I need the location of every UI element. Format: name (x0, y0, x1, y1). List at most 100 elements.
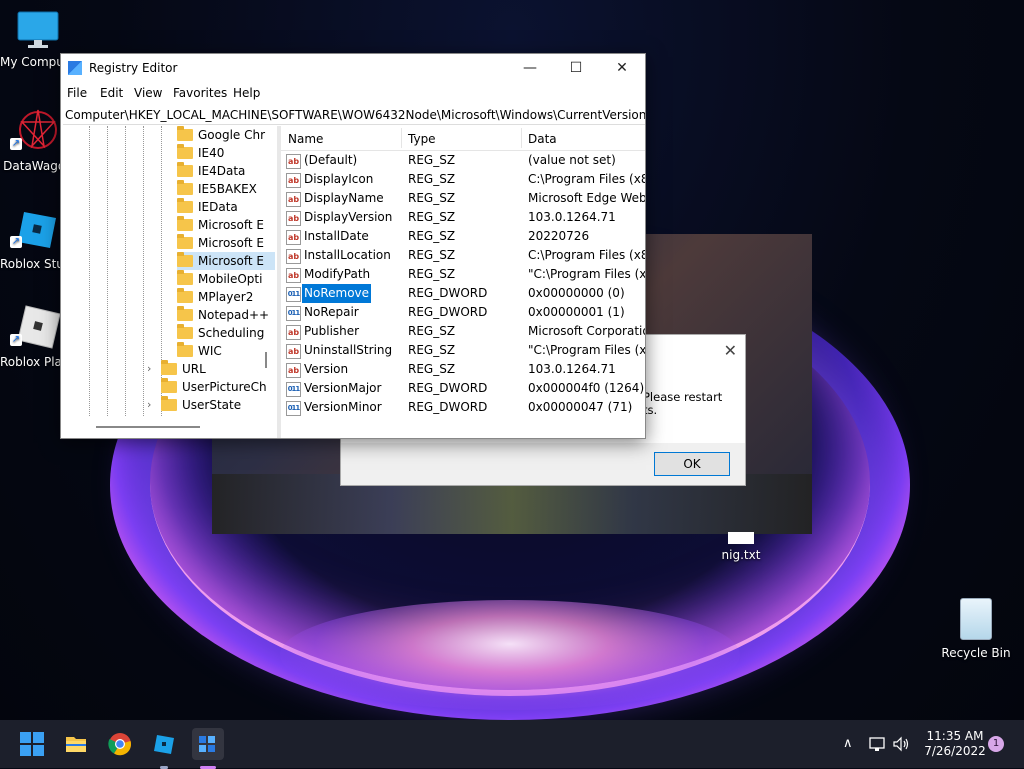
notification-badge[interactable]: 1 (988, 736, 1004, 752)
column-header-name[interactable]: Name (288, 132, 323, 146)
tree-item-label: UserState (182, 398, 242, 412)
tree-item[interactable]: UserPictureCh (161, 378, 267, 396)
key-tree-pane[interactable]: Google Chr IE40 IE4Data IE5BAKEX IEData … (63, 126, 275, 416)
dialog-ok-button[interactable]: OK (654, 452, 730, 476)
tree-item-selected[interactable]: Microsoft E (177, 252, 275, 270)
network-icon[interactable] (868, 736, 886, 752)
tree-item-label: MobileOpti (198, 272, 263, 286)
value-row[interactable]: ab DisplayName REG_SZ Microsoft Edge WebV (281, 189, 645, 208)
tree-item[interactable]: WIC (177, 342, 222, 360)
desktop-file-nig-txt[interactable]: nig.txt (715, 532, 767, 562)
menu-help[interactable]: Help (233, 86, 260, 100)
tree-horizontal-scrollbar[interactable] (96, 426, 200, 428)
tree-item[interactable]: Microsoft E (177, 216, 264, 234)
column-header-type[interactable]: Type (408, 132, 436, 146)
system-clock[interactable]: 11:35 AM 7/26/2022 (915, 729, 995, 759)
string-value-icon: ab (286, 192, 301, 207)
tree-item-label: MPlayer2 (198, 290, 254, 304)
value-row[interactable]: ab DisplayIcon REG_SZ C:\Program Files (x86 (281, 170, 645, 189)
value-type: REG_SZ (408, 267, 456, 281)
shortcut-arrow-icon: ↗ (10, 334, 22, 346)
tree-item-label: Microsoft E (198, 236, 265, 250)
taskbar-roblox-studio[interactable] (148, 728, 180, 769)
tree-item-label: IE5BAKEX (198, 182, 257, 196)
value-row[interactable]: 011 NoRepair REG_DWORD 0x00000001 (1) (281, 303, 645, 322)
string-value-icon: ab (286, 230, 301, 245)
tree-item[interactable]: › UserState (147, 396, 242, 414)
window-title: Registry Editor (89, 61, 178, 75)
value-row[interactable]: ab ModifyPath REG_SZ "C:\Program Files (x8 (281, 265, 645, 284)
dialog-message-line: ts. (643, 403, 658, 417)
folder-icon (177, 288, 193, 303)
value-name: NoRepair (304, 305, 359, 319)
value-name: VersionMajor (304, 381, 382, 395)
value-data: 103.0.1264.71 (528, 362, 616, 376)
address-bar[interactable]: Computer\HKEY_LOCAL_MACHINE\SOFTWARE\WOW… (63, 106, 645, 125)
roblox-studio-icon (154, 735, 174, 754)
chevron-right-icon[interactable]: › (147, 396, 151, 414)
show-hidden-icons-chevron-icon[interactable]: ∧ (843, 736, 853, 751)
taskbar-chrome[interactable] (104, 728, 136, 760)
tree-item[interactable]: IE5BAKEX (177, 180, 257, 198)
value-row[interactable]: ab UninstallString REG_SZ "C:\Program Files… (281, 341, 645, 360)
value-row[interactable]: 011 VersionMajor REG_DWORD 0x000004f0 (1264… (281, 379, 645, 398)
value-row[interactable]: ab Version REG_SZ 103.0.1264.71 (281, 360, 645, 379)
value-data: C:\Program Files (x86 (528, 172, 645, 186)
value-row[interactable]: ab DisplayVersion REG_SZ 103.0.1264.71 (281, 208, 645, 227)
folder-icon (177, 198, 193, 213)
dword-value-icon: 011 (286, 306, 301, 321)
minimize-button[interactable]: — (507, 54, 553, 82)
value-name: DisplayVersion (304, 210, 393, 224)
taskbar-registry-editor[interactable] (192, 728, 224, 769)
column-separator[interactable] (521, 128, 522, 148)
dialog-message-line: Please restart (643, 390, 723, 404)
start-button[interactable] (16, 728, 48, 760)
value-row[interactable]: ab InstallDate REG_SZ 20220726 (281, 227, 645, 246)
value-row[interactable]: 011 VersionMinor REG_DWORD 0x00000047 (71) (281, 398, 645, 417)
column-header-data[interactable]: Data (528, 132, 557, 146)
tree-item[interactable]: Microsoft E (177, 234, 264, 252)
menu-favorites[interactable]: Favorites (173, 86, 227, 100)
menu-edit[interactable]: Edit (100, 86, 123, 100)
dialog-close-icon[interactable]: ✕ (724, 341, 737, 360)
tree-item[interactable]: Notepad++ (177, 306, 269, 324)
title-bar[interactable]: Registry Editor — ☐ ✕ (61, 54, 645, 82)
tree-item[interactable]: IEData (177, 198, 238, 216)
menu-file[interactable]: File (67, 86, 87, 100)
tree-vertical-scrollbar[interactable] (265, 352, 267, 368)
values-list-pane[interactable]: Name Type Data ab (Default) REG_SZ (value n… (281, 126, 645, 438)
tree-guide-line (125, 126, 126, 416)
value-data: 103.0.1264.71 (528, 210, 616, 224)
folder-icon (161, 378, 177, 393)
tree-item[interactable]: IE4Data (177, 162, 245, 180)
value-row-selected[interactable]: 011 NoRemove REG_DWORD 0x00000000 (0) (281, 283, 645, 304)
value-data: (value not set) (528, 153, 616, 167)
tree-item-label: Microsoft E (198, 254, 265, 268)
tree-guide-line (143, 126, 144, 416)
value-row[interactable]: ab Publisher REG_SZ Microsoft Corporation (281, 322, 645, 341)
tree-item[interactable]: IE40 (177, 144, 224, 162)
value-row[interactable]: ab (Default) REG_SZ (value not set) (281, 151, 645, 170)
folder-icon (177, 144, 193, 159)
taskbar-file-explorer[interactable] (60, 728, 92, 760)
maximize-button[interactable]: ☐ (553, 54, 599, 82)
tree-item[interactable]: Google Chr (177, 126, 265, 144)
close-button[interactable]: ✕ (599, 54, 645, 82)
registry-editor-window: Registry Editor — ☐ ✕ File Edit View Fav… (60, 53, 646, 439)
menu-view[interactable]: View (134, 86, 162, 100)
value-data: 0x000004f0 (1264) (528, 381, 645, 395)
tree-item[interactable]: MobileOpti (177, 270, 262, 288)
value-row[interactable]: ab InstallLocation REG_SZ C:\Program Files … (281, 246, 645, 265)
windows-logo-icon (20, 732, 44, 756)
column-separator[interactable] (401, 128, 402, 148)
volume-icon[interactable] (892, 736, 910, 752)
chevron-right-icon[interactable]: › (147, 360, 151, 378)
value-type: REG_DWORD (408, 286, 488, 300)
desktop-icon-recycle-bin[interactable]: Recycle Bin (940, 598, 1012, 660)
value-name: (Default) (304, 153, 358, 167)
tree-item[interactable]: MPlayer2 (177, 288, 253, 306)
tree-item[interactable]: Scheduling (177, 324, 264, 342)
value-data: "C:\Program Files (x8 (528, 343, 645, 357)
dialog-message: Please restart ts. (643, 391, 743, 417)
tree-item[interactable]: › URL (147, 360, 206, 378)
